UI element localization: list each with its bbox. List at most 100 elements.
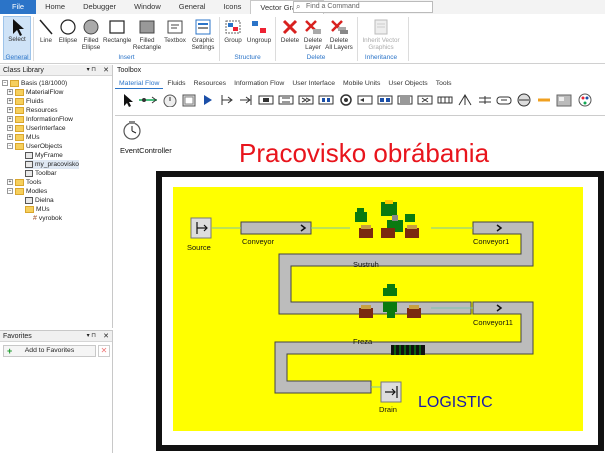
tab-home[interactable]: Home (36, 0, 74, 14)
filled-rectangle-label-1: Filled (139, 37, 155, 44)
logistic-label: LOGISTIC (418, 394, 493, 411)
group-button[interactable]: Group (222, 18, 244, 44)
workplace-tool-icon[interactable] (556, 93, 572, 107)
tree-item-resources[interactable]: + Resources (7, 106, 58, 115)
event-controller-icon[interactable] (123, 121, 141, 140)
tree-item-userobjects[interactable]: − UserObjects (7, 142, 62, 151)
ellipse-button[interactable]: Ellipse (57, 18, 79, 44)
pointer-tool-icon[interactable] (120, 93, 136, 107)
tree-item-fluids[interactable]: + Fluids (7, 97, 44, 106)
toolbox-panel: Toolbox Material Flow Fluids Resources I… (115, 65, 605, 115)
remove-favorite-button[interactable]: ✕ (98, 345, 110, 357)
line-button[interactable]: Line (36, 18, 56, 44)
toolbox-title: Toolbox (117, 67, 142, 74)
group-inheritance-label: Inheritance (364, 54, 398, 61)
tab-general[interactable]: General (170, 0, 215, 14)
tab-debugger[interactable]: Debugger (74, 0, 125, 14)
toolbox-tab-user-objects[interactable]: User Objects (384, 78, 431, 89)
tab-file[interactable]: File (0, 0, 37, 14)
shift-tool-icon[interactable] (338, 93, 354, 107)
track-tool-icon[interactable] (496, 93, 512, 107)
event-controller-tool-icon[interactable] (162, 93, 178, 107)
assembly-tool-icon[interactable] (298, 93, 314, 107)
ribbon-divider (219, 17, 220, 61)
conveyor1-label: Conveyor1 (473, 237, 510, 246)
tree-item-userinterface[interactable]: + UserInterface (7, 124, 66, 133)
source-object[interactable] (190, 217, 212, 239)
toolbox-tab-information-flow[interactable]: Information Flow (230, 78, 288, 89)
delete-button[interactable]: Delete (278, 18, 302, 44)
add-to-favorites-button[interactable]: + Add to Favorites (3, 345, 96, 357)
buffer-tool-icon[interactable] (377, 93, 393, 107)
tree-item-my-pracovisko[interactable]: my_pracovisko (25, 160, 79, 169)
tab-window[interactable]: Window (125, 0, 170, 14)
pin-icon[interactable]: ▾ ⊓ (87, 65, 96, 76)
turntable-tool-icon[interactable] (477, 93, 493, 107)
filled-rectangle-label-2: Rectangle (132, 44, 162, 51)
folder-icon (25, 205, 34, 213)
dismantle-tool-icon[interactable] (318, 93, 334, 107)
delete-label: Delete (280, 37, 300, 44)
line-tool-icon[interactable] (437, 93, 453, 107)
tree-item-myframe[interactable]: MyFrame (25, 151, 63, 160)
turnplate-tool-icon[interactable] (516, 93, 532, 107)
delete-all-label-2: All Layers (325, 44, 353, 51)
angular-converter-tool-icon[interactable] (457, 93, 473, 107)
worker-pool-tool-icon[interactable] (577, 93, 593, 107)
close-icon[interactable]: ✕ (103, 65, 109, 76)
source-tool-icon[interactable] (219, 93, 235, 107)
filled-rectangle-button[interactable]: Filled Rectangle (132, 18, 162, 51)
parallelproc-tool-icon[interactable] (278, 93, 294, 107)
source-label: Source (187, 243, 211, 252)
rectangle-button[interactable]: Rectangle (103, 18, 131, 44)
toolbox-tab-user-interface[interactable]: User Interface (288, 78, 339, 89)
toolbox-tab-fluids[interactable]: Fluids (163, 78, 189, 89)
tree-item-materialflow[interactable]: + MaterialFlow (7, 88, 63, 97)
tree-item-tools[interactable]: + Tools (7, 178, 41, 187)
toolbox-tab-mobile-units[interactable]: Mobile Units (339, 78, 384, 89)
close-icon[interactable]: ✕ (103, 331, 109, 342)
class-library-panel: Class Library ▾ ⊓ ✕ − Basis (18/1000) + Ma… (0, 65, 113, 328)
delete-layer-button[interactable]: Delete Layer (302, 18, 324, 51)
tree-item-dielna[interactable]: Dielna (25, 196, 54, 205)
transfer-station-tool-icon[interactable] (536, 93, 552, 107)
filled-ellipse-label-1: Filled (83, 37, 99, 44)
singleproc-tool-icon[interactable] (258, 93, 274, 107)
tree-item-modles[interactable]: − Modles (7, 187, 47, 196)
filled-ellipse-button[interactable]: Filled Ellipse (80, 18, 102, 51)
drain-object[interactable] (380, 381, 402, 403)
folder-icon (15, 187, 24, 195)
tree-item-vyrobok[interactable]: # vyrobok (33, 214, 62, 223)
graphic-settings-button[interactable]: Graphic Settings (189, 18, 217, 51)
pin-icon[interactable]: ▾ ⊓ (87, 331, 96, 342)
store-tool-icon[interactable] (357, 93, 373, 107)
freza-label: Freza (353, 337, 373, 346)
tree-root[interactable]: − Basis (18/1000) (2, 79, 67, 88)
command-search-input[interactable]: ⌕ Find a Command (293, 1, 433, 13)
model-canvas[interactable]: EventController Pracovisko obrábania Sou… (115, 115, 605, 453)
tree-item-toolbar[interactable]: Toolbar (25, 169, 57, 178)
interface-tool-icon[interactable] (200, 93, 216, 107)
ungroup-button[interactable]: Ungroup (245, 18, 273, 44)
frame-icon (25, 160, 33, 168)
cycle-tool-icon[interactable] (417, 93, 433, 107)
tree-item-mus[interactable]: + MUs (7, 133, 40, 142)
tree-item-modles-mus[interactable]: MUs (25, 205, 50, 214)
conveyor-label: Conveyor (242, 237, 275, 246)
tab-icons[interactable]: Icons (214, 0, 250, 14)
tree-item-informationflow[interactable]: + InformationFlow (7, 115, 73, 124)
textbox-button[interactable]: Textbox (163, 18, 187, 44)
connector-tool-icon[interactable] (138, 93, 158, 107)
frame-tool-icon[interactable] (181, 93, 197, 107)
drain-tool-icon[interactable] (238, 93, 254, 107)
ribbon-divider (33, 17, 34, 61)
toolbox-tab-material-flow[interactable]: Material Flow (115, 78, 164, 89)
sorter-tool-icon[interactable] (397, 93, 413, 107)
frame-icon (25, 196, 33, 204)
toolbox-tab-tools[interactable]: Tools (432, 78, 456, 89)
event-controller-label: EventController (120, 146, 172, 155)
ribbon: Select General Line Ellipse Filled Ellip… (0, 14, 605, 64)
delete-all-layers-button[interactable]: Delete All Layers (324, 18, 354, 51)
toolbox-tab-resources[interactable]: Resources (190, 78, 231, 89)
inherit-vector-graphics-button[interactable]: Inherit Vector Graphics (361, 18, 401, 51)
